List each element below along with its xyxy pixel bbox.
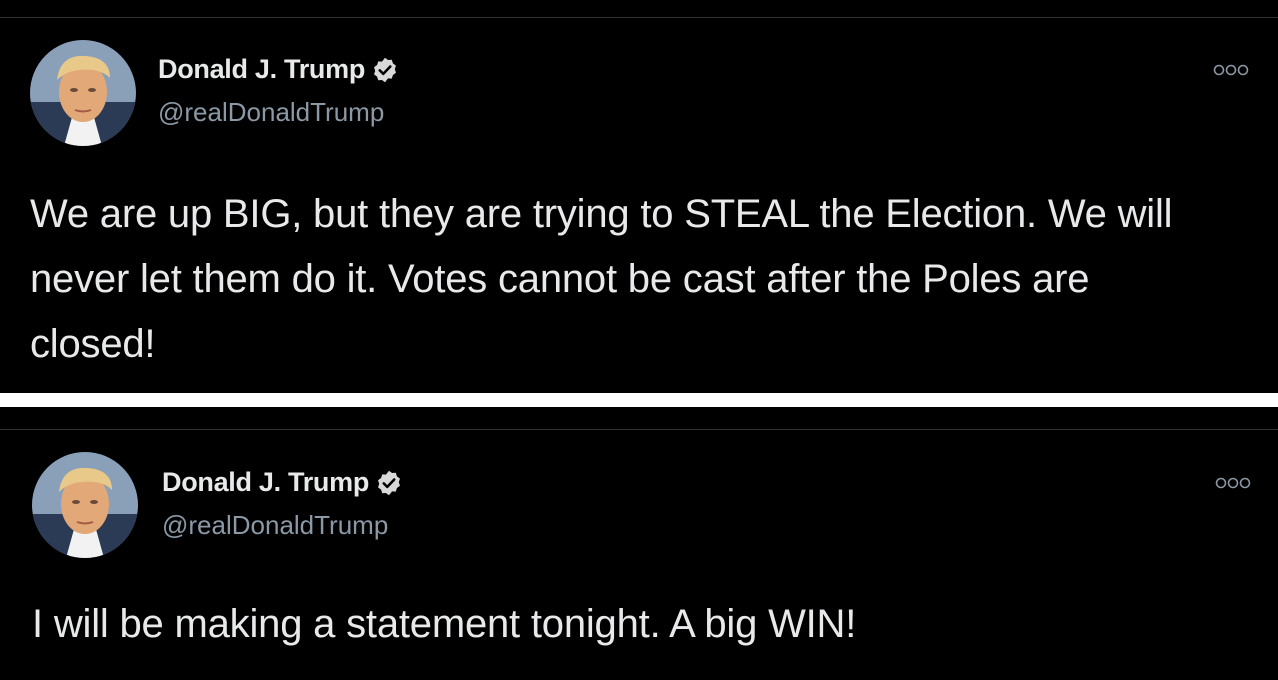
tweet-card-2[interactable]: Donald J. Trump @realDonaldTrump I will … — [0, 407, 1278, 680]
user-handle[interactable]: @realDonaldTrump — [158, 97, 384, 128]
tweet-text: We are up BIG, but they are trying to ST… — [30, 192, 1173, 366]
divider — [0, 17, 1278, 18]
verified-badge-icon — [365, 56, 399, 84]
tweet-card-1[interactable]: Donald J. Trump @realDonaldTrump We are … — [0, 0, 1278, 393]
avatar[interactable] — [30, 40, 136, 146]
author-row: Donald J. Trump — [162, 467, 403, 498]
display-name[interactable]: Donald J. Trump — [158, 54, 365, 85]
tweet-text: I will be making a statement tonight. A … — [32, 602, 857, 646]
divider — [0, 429, 1278, 430]
display-name[interactable]: Donald J. Trump — [162, 467, 369, 498]
more-options-icon[interactable] — [1214, 475, 1252, 491]
author-row: Donald J. Trump — [158, 54, 399, 85]
more-options-icon[interactable] — [1212, 62, 1250, 78]
user-handle[interactable]: @realDonaldTrump — [162, 510, 388, 541]
verified-badge-icon — [369, 469, 403, 497]
avatar[interactable] — [32, 452, 138, 558]
image-separator — [0, 393, 1278, 407]
